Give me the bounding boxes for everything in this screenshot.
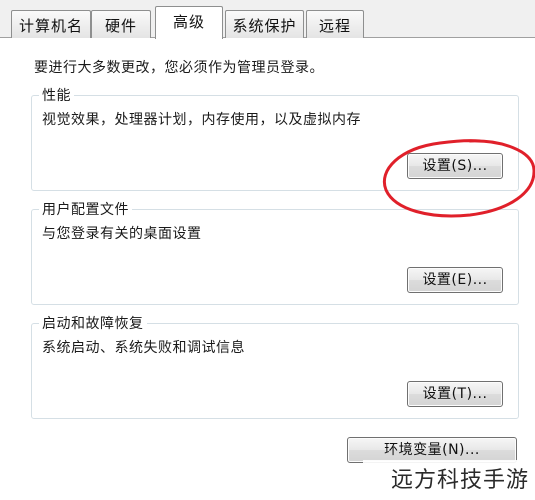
tab-system-protection[interactable]: 系统保护: [225, 10, 304, 38]
performance-description: 视觉效果，处理器计划，内存使用，以及虚拟内存: [42, 112, 361, 128]
tab-computer-name[interactable]: 计算机名: [11, 10, 91, 38]
performance-group: 性能 视觉效果，处理器计划，内存使用，以及虚拟内存 设置(S)...: [31, 85, 519, 191]
user-profiles-settings-button[interactable]: 设置(E)...: [407, 267, 503, 293]
user-profiles-description: 与您登录有关的桌面设置: [42, 226, 202, 242]
watermark: 远方科技手游: [363, 460, 535, 500]
performance-settings-button[interactable]: 设置(S)...: [407, 153, 503, 179]
tab-content-advanced: 要进行大多数更改，您必须作为管理员登录。 性能 视觉效果，处理器计划，内存使用，…: [0, 38, 535, 500]
startup-recovery-description: 系统启动、系统失败和调试信息: [42, 340, 245, 356]
startup-recovery-title: 启动和故障恢复: [39, 313, 147, 333]
tab-advanced[interactable]: 高级: [155, 6, 223, 39]
user-profiles-group: 用户配置文件 与您登录有关的桌面设置 设置(E)...: [31, 199, 519, 305]
tab-hardware[interactable]: 硬件: [91, 10, 151, 38]
tab-strip: 计算机名 硬件 高级 系统保护 远程: [0, 0, 535, 39]
performance-title: 性能: [39, 85, 74, 105]
tab-remote[interactable]: 远程: [306, 10, 364, 38]
startup-recovery-group: 启动和故障恢复 系统启动、系统失败和调试信息 设置(T)...: [31, 313, 519, 419]
startup-recovery-settings-button[interactable]: 设置(T)...: [407, 381, 503, 407]
watermark-text: 远方科技手游: [390, 468, 529, 493]
user-profiles-title: 用户配置文件: [39, 199, 132, 219]
admin-notice: 要进行大多数更改，您必须作为管理员登录。: [34, 60, 324, 76]
system-properties-dialog: 计算机名 硬件 高级 系统保护 远程 要进行大多数更改，您必须作为管理员登录。 …: [0, 0, 535, 500]
